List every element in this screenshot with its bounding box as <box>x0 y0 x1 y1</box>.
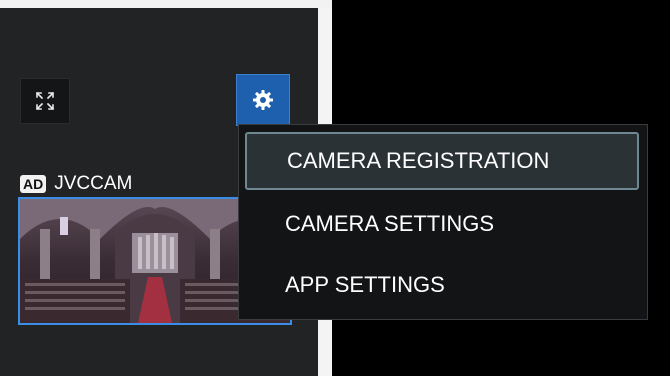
expand-arrows-icon <box>35 91 55 111</box>
ad-badge: AD <box>20 175 47 193</box>
settings-button[interactable] <box>236 74 290 126</box>
gear-icon <box>253 90 273 110</box>
settings-menu: CAMERA REGISTRATION CAMERA SETTINGS APP … <box>238 124 648 320</box>
menu-item-app-settings[interactable]: APP SETTINGS <box>245 256 639 314</box>
fullscreen-button[interactable] <box>20 78 70 124</box>
menu-item-camera-registration[interactable]: CAMERA REGISTRATION <box>245 132 639 190</box>
camera-name: JVCCAM <box>54 173 133 194</box>
camera-label: AD JVCCAM <box>20 172 132 196</box>
menu-item-camera-settings[interactable]: CAMERA SETTINGS <box>245 195 639 253</box>
menu-item-label: CAMERA SETTINGS <box>285 211 495 236</box>
menu-item-label: CAMERA REGISTRATION <box>287 148 550 173</box>
panel-top-strip <box>0 0 332 8</box>
menu-item-label: APP SETTINGS <box>285 272 445 297</box>
